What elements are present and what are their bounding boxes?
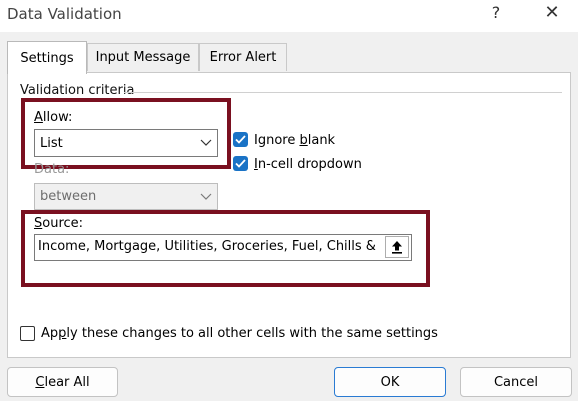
allow-label: Allow: (34, 110, 73, 125)
help-button[interactable]: ? (486, 3, 506, 22)
cancel-button[interactable]: Cancel (460, 367, 572, 397)
tab-input-message[interactable]: Input Message (87, 43, 199, 71)
check-icon (235, 159, 246, 168)
check-icon (235, 135, 246, 144)
ignore-blank-checkbox[interactable] (233, 132, 248, 147)
in-cell-dropdown-label[interactable]: In-cell dropdown (254, 157, 362, 172)
tab-input-message-label: Input Message (95, 50, 191, 65)
ignore-blank-label[interactable]: Ignore blank (254, 133, 335, 148)
dialog-title: Data Validation (7, 5, 122, 23)
group-divider (124, 92, 562, 93)
data-select-value: between (40, 189, 97, 204)
close-button[interactable]: ✕ (541, 2, 563, 23)
clear-all-button[interactable]: Clear All (7, 367, 118, 397)
chevron-down-icon (195, 130, 217, 156)
ok-button[interactable]: OK (334, 367, 446, 397)
chevron-down-icon (195, 184, 217, 209)
apply-all-checkbox[interactable] (20, 326, 35, 341)
tab-settings[interactable]: Settings (7, 41, 87, 74)
apply-all-label[interactable]: Apply these changes to all other cells w… (41, 326, 438, 341)
tab-settings-label: Settings (20, 50, 74, 66)
allow-select[interactable]: List (34, 129, 218, 157)
source-input-value: Income, Mortgage, Utilities, Groceries, … (38, 239, 378, 254)
in-cell-dropdown-checkbox[interactable] (233, 156, 248, 171)
data-label: Data: (34, 162, 70, 177)
tab-error-alert-label: Error Alert (209, 50, 277, 65)
validation-criteria-label: Validation criteria (20, 83, 135, 98)
collapse-dialog-button[interactable] (385, 236, 409, 258)
upload-arrow-icon (392, 241, 402, 254)
source-label: Source: (34, 216, 84, 231)
allow-select-value: List (40, 135, 63, 151)
tab-error-alert[interactable]: Error Alert (199, 43, 287, 71)
data-select: between (34, 183, 218, 210)
